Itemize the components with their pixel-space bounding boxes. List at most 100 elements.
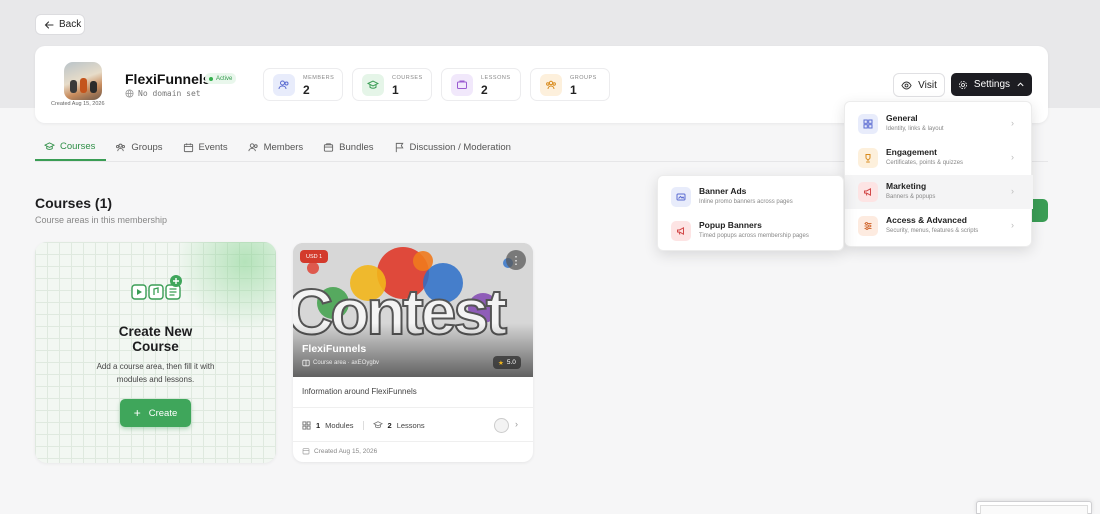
menu-item-engagement[interactable]: Engagement Certificates, points & quizze… [845,141,1033,175]
grid-icon [858,114,878,134]
menu-item-general[interactable]: General Identity, links & layout › [845,107,1033,141]
menu-item-subtitle: Security, menus, features & scripts [886,228,979,234]
back-button[interactable]: Back [35,14,85,35]
package-icon [324,142,334,152]
graduation-cap-icon [44,141,55,150]
submenu-item-title: Popup Banners [699,220,762,230]
users-icon [273,74,295,96]
settings-label: Settings [973,79,1011,90]
rating-value: 5.0 [506,359,516,366]
stat-value: 1 [570,83,577,97]
submenu-item-title: Banner Ads [699,186,747,196]
tab-courses[interactable]: Courses [35,133,107,161]
lessons-label: Lessons [396,420,425,430]
course-stats: 1 Modules 2 Lessons [302,420,425,430]
trophy-icon [858,148,878,168]
visit-button[interactable]: Visit [893,73,945,97]
book-icon [302,359,310,367]
create-course-button[interactable]: + Create [120,399,191,427]
rating-badge: ★ 5.0 [493,356,521,369]
graduation-cap-icon [362,74,384,96]
stat-label: GROUPS [570,75,597,81]
settings-dropdown: General Identity, links & layout › Engag… [844,101,1033,247]
course-title: FlexiFunnels [302,343,367,355]
submenu-item-subtitle: Inline promo banners across pages [699,199,793,205]
chevron-right-icon: › [1011,118,1014,128]
stat-value: 2 [303,83,310,97]
graduation-cap-icon [372,421,383,429]
create-card-description: Add a course area, then fill it with mod… [96,362,215,384]
menu-item-title: Engagement [886,147,938,157]
megaphone-icon [858,182,878,202]
gear-icon [959,80,967,89]
course-created-text: Created Aug 15, 2026 [314,447,378,455]
chevron-right-icon: › [1011,152,1014,162]
screen-preview-thumbnail[interactable] [976,501,1092,514]
submenu-item-popup-banners[interactable]: Popup Banners Timed popups across member… [658,214,846,248]
stat-lessons: LESSONS 2 [441,68,521,101]
folder-icon [451,74,473,96]
lessons-count: 2 [387,420,392,430]
stat-courses: COURSES 1 [352,68,432,101]
sliders-icon [858,216,878,236]
menu-item-subtitle: Banners & popups [886,194,936,200]
menu-item-subtitle: Certificates, points & quizzes [886,160,964,166]
tab-groups[interactable]: Groups [106,133,173,161]
status-badge: Active [205,73,237,84]
menu-item-access-advanced[interactable]: Access & Advanced Security, menus, featu… [845,209,1033,243]
menu-item-subtitle: Identity, links & layout [886,126,944,132]
settings-button[interactable]: Settings [951,73,1032,96]
tab-discussion[interactable]: Discussion / Moderation [385,133,522,161]
chevron-right-icon: › [1011,186,1014,196]
tab-label: Groups [131,141,163,153]
membership-tabs: Courses Groups Events Members Bundles Di… [35,133,522,161]
calendar-icon [302,448,310,455]
tab-label: Members [263,141,304,153]
modules-count: 1 [316,420,321,430]
calendar-icon [183,142,193,152]
course-meta-text: Course area · axEOygbv [313,360,380,366]
star-icon: ★ [498,359,504,367]
domain-text: No domain set [138,89,201,98]
tab-bundles[interactable]: Bundles [314,133,384,161]
avatar [494,418,509,433]
users-icon [116,143,126,151]
stat-value: 2 [481,83,488,97]
submenu-item-subtitle: Timed popups across membership pages [699,233,809,239]
eye-icon [901,81,912,89]
grid-icon [302,420,311,430]
back-label: Back [59,19,82,30]
membership-avatar [64,62,102,100]
tab-label: Discussion / Moderation [409,141,511,153]
tab-events[interactable]: Events [174,133,239,161]
submenu-item-banner-ads[interactable]: Banner Ads Inline promo banners across p… [658,180,846,214]
stat-groups: GROUPS 1 [530,68,610,101]
marketing-submenu: Banner Ads Inline promo banners across p… [657,175,844,251]
menu-item-title: General [886,113,918,123]
chevron-right-icon[interactable]: › [515,419,518,429]
create-card-title: Create New Course [118,324,193,354]
tab-members[interactable]: Members [239,133,315,161]
chevron-right-icon: › [1011,220,1014,230]
globe-icon [125,89,134,98]
more-options-icon[interactable]: ⋮ [506,250,526,270]
stat-label: MEMBERS [303,75,335,81]
stat-label: COURSES [392,75,423,81]
course-created: Created Aug 15, 2026 [302,447,377,455]
course-card[interactable]: Contest USD 1 ⋮ FlexiFunnels Course area… [293,243,533,462]
status-text: Active [216,75,233,82]
groups-icon [540,74,562,96]
stat-members: MEMBERS 2 [263,68,343,101]
stat-label: LESSONS [481,75,511,81]
tab-label: Events [198,141,228,153]
chevron-up-icon [1017,82,1024,87]
section-subtitle: Course areas in this membership [35,215,168,225]
created-date: Created Aug 15, 2026 [51,101,105,107]
modules-label: Modules [325,420,354,430]
course-items-icon [131,273,187,310]
tab-label: Bundles [339,141,374,153]
members-icon [248,142,258,151]
course-description: Information around FlexiFunnels [302,387,417,396]
course-meta: Course area · axEOygbv [302,359,379,367]
menu-item-marketing[interactable]: Marketing Banners & popups › [845,175,1033,209]
